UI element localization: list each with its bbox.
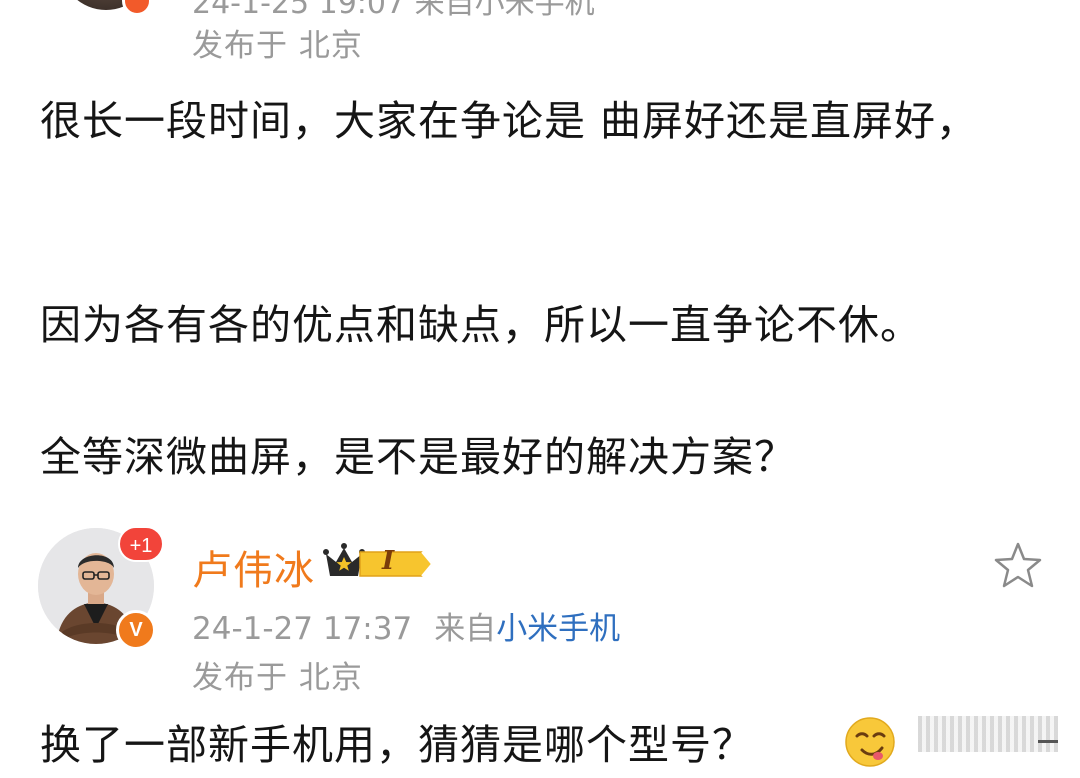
comment-source-link[interactable]: 小米手机 — [496, 611, 620, 647]
post-paragraph-2: 因为各有各的优点和缺点，所以一直争论不休。 — [40, 301, 922, 349]
comment-meta: 24-1-27 17:37 来自小米手机 — [192, 603, 620, 648]
top-post-meta-text: 24-1-25 19:07 来自小米手机 — [192, 0, 595, 21]
verified-badge: V — [116, 610, 156, 650]
comment-source-prefix: 来自 — [434, 611, 497, 647]
member-level-badge: I — [322, 540, 438, 586]
comment-username[interactable]: 卢伟冰 — [192, 538, 315, 596]
comment-text: 换了一部新手机用，猜猜是哪个型号？ — [40, 721, 754, 769]
favorite-button[interactable] — [990, 538, 1046, 594]
top-post-meta: 24-1-25 19:07 来自小米手机 — [192, 0, 595, 22]
plus-one-badge: +1 — [118, 526, 164, 562]
blurred-content — [918, 716, 1058, 752]
star-icon — [994, 542, 1042, 588]
smirk-emoji-icon — [842, 712, 898, 768]
member-level-text: I — [382, 546, 395, 576]
top-post-location: 发布于 北京 — [192, 28, 363, 64]
post-paragraph-1: 很长一段时间，大家在争论是 曲屏好还是直屏好， — [40, 97, 979, 145]
top-post-verified-badge — [122, 0, 152, 16]
comment-timestamp: 24-1-27 17:37 — [192, 611, 413, 647]
comment-location: 发布于 北京 — [192, 660, 363, 696]
crown-icon — [323, 543, 434, 577]
post-paragraph-3: 全等深微曲屏，是不是最好的解决方案？ — [40, 433, 796, 481]
divider — [1038, 740, 1058, 743]
